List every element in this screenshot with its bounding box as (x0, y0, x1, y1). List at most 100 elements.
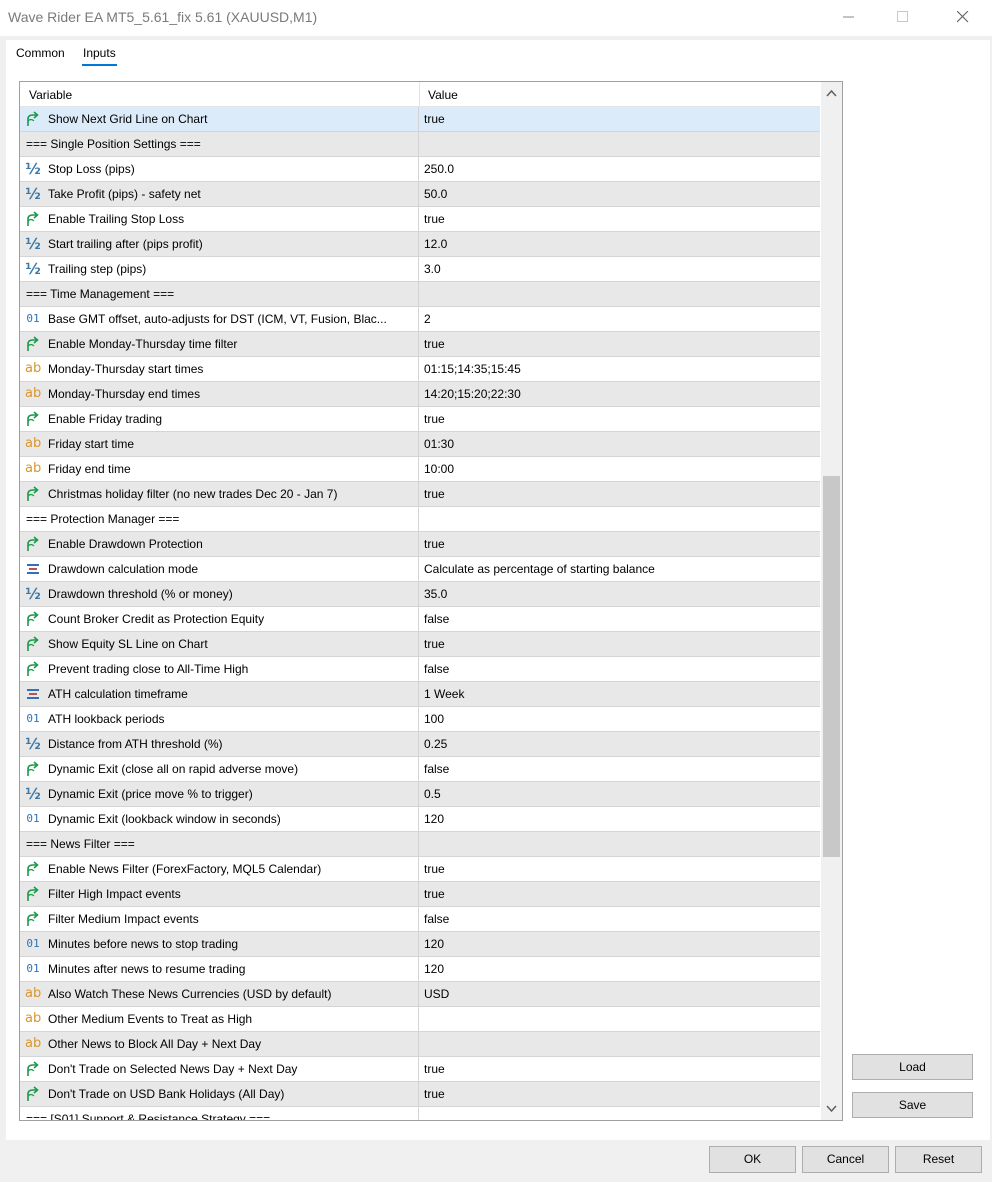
value-cell[interactable] (420, 282, 820, 306)
scroll-up-icon[interactable] (826, 88, 837, 99)
value-cell[interactable]: true (420, 207, 820, 231)
input-row[interactable]: ½ Distance from ATH threshold (%) 0.25 (20, 732, 820, 757)
column-divider[interactable] (419, 82, 420, 107)
scroll-down-icon[interactable] (826, 1103, 837, 1114)
input-row[interactable]: Show Next Grid Line on Chart true (20, 107, 820, 132)
variable-cell[interactable]: Enable Friday trading (20, 407, 419, 431)
variable-cell[interactable]: Enable Trailing Stop Loss (20, 207, 419, 231)
input-row[interactable]: Enable Trailing Stop Loss true (20, 207, 820, 232)
save-button[interactable]: Save (852, 1092, 973, 1118)
input-row[interactable]: Dynamic Exit (close all on rapid adverse… (20, 757, 820, 782)
input-row[interactable]: ½ Take Profit (pips) - safety net 50.0 (20, 182, 820, 207)
variable-cell[interactable]: ab Also Watch These News Currencies (USD … (20, 982, 419, 1006)
value-cell[interactable]: 01:30 (420, 432, 820, 456)
variable-cell[interactable]: ab Other News to Block All Day + Next Day (20, 1032, 419, 1056)
variable-cell[interactable]: ½ Stop Loss (pips) (20, 157, 419, 181)
variable-cell[interactable]: 01 ATH lookback periods (20, 707, 419, 731)
variable-cell[interactable]: Prevent trading close to All-Time High (20, 657, 419, 681)
value-cell[interactable]: 0.25 (420, 732, 820, 756)
value-cell[interactable]: Calculate as percentage of starting bala… (420, 557, 820, 581)
value-cell[interactable]: false (420, 657, 820, 681)
input-row[interactable]: Prevent trading close to All-Time High fa… (20, 657, 820, 682)
value-cell[interactable]: 35.0 (420, 582, 820, 606)
variable-cell[interactable]: Enable News Filter (ForexFactory, MQL5 C… (20, 857, 419, 881)
variable-cell[interactable]: ½ Drawdown threshold (% or money) (20, 582, 419, 606)
ok-button[interactable]: OK (709, 1146, 796, 1173)
input-row[interactable]: Filter Medium Impact events false (20, 907, 820, 932)
value-cell[interactable]: true (420, 332, 820, 356)
variable-cell[interactable]: ½ Take Profit (pips) - safety net (20, 182, 419, 206)
input-row[interactable]: 01 ATH lookback periods 100 (20, 707, 820, 732)
input-row[interactable]: 01 Minutes before news to stop trading 120 (20, 932, 820, 957)
input-row[interactable]: ab Monday-Thursday end times 14:20;15:20;2… (20, 382, 820, 407)
variable-cell[interactable]: === [S01] Support & Resistance Strategy … (20, 1107, 419, 1120)
variable-cell[interactable]: ab Monday-Thursday start times (20, 357, 419, 381)
value-cell[interactable]: 12.0 (420, 232, 820, 256)
variable-cell[interactable]: Enable Monday-Thursday time filter (20, 332, 419, 356)
input-row[interactable]: ½ Start trailing after (pips profit) 12.0 (20, 232, 820, 257)
reset-button[interactable]: Reset (895, 1146, 982, 1173)
input-row[interactable]: ½ Trailing step (pips) 3.0 (20, 257, 820, 282)
variable-cell[interactable]: 01 Minutes after news to resume trading (20, 957, 419, 981)
section-header-row[interactable]: === Protection Manager === (20, 507, 820, 532)
input-row[interactable]: Don't Trade on Selected News Day + Next … (20, 1057, 820, 1082)
value-cell[interactable]: true (420, 882, 820, 906)
input-row[interactable]: Count Broker Credit as Protection Equity… (20, 607, 820, 632)
value-cell[interactable]: true (420, 1082, 820, 1106)
input-row[interactable]: 01 Base GMT offset, auto-adjusts for DST … (20, 307, 820, 332)
input-row[interactable]: ½ Stop Loss (pips) 250.0 (20, 157, 820, 182)
value-cell[interactable]: true (420, 1057, 820, 1081)
input-row[interactable]: ab Monday-Thursday start times 01:15;14:35… (20, 357, 820, 382)
value-cell[interactable]: USD (420, 982, 820, 1006)
input-row[interactable]: Don't Trade on USD Bank Holidays (All Da… (20, 1082, 820, 1107)
value-cell[interactable]: 10:00 (420, 457, 820, 481)
variable-cell[interactable]: ½ Dynamic Exit (price move % to trigger) (20, 782, 419, 806)
input-row[interactable]: Enable Friday trading true (20, 407, 820, 432)
variable-cell[interactable]: ab Friday start time (20, 432, 419, 456)
variable-cell[interactable]: ab Monday-Thursday end times (20, 382, 419, 406)
input-row[interactable]: Enable Monday-Thursday time filter true (20, 332, 820, 357)
variable-cell[interactable]: ab Other Medium Events to Treat as High (20, 1007, 419, 1031)
variable-cell[interactable]: 01 Dynamic Exit (lookback window in secon… (20, 807, 419, 831)
column-header-variable[interactable]: Variable (29, 88, 72, 102)
variable-cell[interactable]: === Protection Manager === (20, 507, 419, 531)
variable-cell[interactable]: ATH calculation timeframe (20, 682, 419, 706)
value-cell[interactable]: 50.0 (420, 182, 820, 206)
input-row[interactable]: 01 Dynamic Exit (lookback window in secon… (20, 807, 820, 832)
value-cell[interactable] (420, 507, 820, 531)
variable-cell[interactable]: 01 Minutes before news to stop trading (20, 932, 419, 956)
value-cell[interactable]: true (420, 482, 820, 506)
input-row[interactable]: ab Other Medium Events to Treat as High (20, 1007, 820, 1032)
input-row[interactable]: Drawdown calculation mode Calculate as pe… (20, 557, 820, 582)
section-header-row[interactable]: === Time Management === (20, 282, 820, 307)
value-cell[interactable]: 100 (420, 707, 820, 731)
input-row[interactable]: Show Equity SL Line on Chart true (20, 632, 820, 657)
input-row[interactable]: ab Also Watch These News Currencies (USD … (20, 982, 820, 1007)
load-button[interactable]: Load (852, 1054, 973, 1080)
section-header-row[interactable]: === Single Position Settings === (20, 132, 820, 157)
variable-cell[interactable]: Don't Trade on Selected News Day + Next … (20, 1057, 419, 1081)
value-cell[interactable]: 120 (420, 932, 820, 956)
value-cell[interactable]: true (420, 532, 820, 556)
variable-cell[interactable]: Count Broker Credit as Protection Equity (20, 607, 419, 631)
variable-cell[interactable]: ½ Trailing step (pips) (20, 257, 419, 281)
variable-cell[interactable]: Enable Drawdown Protection (20, 532, 419, 556)
value-cell[interactable]: true (420, 632, 820, 656)
input-row[interactable]: ab Other News to Block All Day + Next Day (20, 1032, 820, 1057)
value-cell[interactable]: 0.5 (420, 782, 820, 806)
cancel-button[interactable]: Cancel (802, 1146, 889, 1173)
value-cell[interactable]: 14:20;15:20;22:30 (420, 382, 820, 406)
tab-inputs[interactable]: Inputs (82, 46, 117, 66)
input-row[interactable]: ab Friday start time 01:30 (20, 432, 820, 457)
variable-cell[interactable]: === Single Position Settings === (20, 132, 419, 156)
variable-cell[interactable]: Drawdown calculation mode (20, 557, 419, 581)
value-cell[interactable]: 120 (420, 957, 820, 981)
variable-cell[interactable]: Don't Trade on USD Bank Holidays (All Da… (20, 1082, 419, 1106)
value-cell[interactable]: 1 Week (420, 682, 820, 706)
variable-cell[interactable]: ab Friday end time (20, 457, 419, 481)
input-row[interactable]: Christmas holiday filter (no new trades … (20, 482, 820, 507)
input-row[interactable]: Filter High Impact events true (20, 882, 820, 907)
variable-cell[interactable]: Show Next Grid Line on Chart (20, 107, 419, 131)
value-cell[interactable] (420, 1007, 820, 1031)
close-button[interactable] (940, 0, 986, 34)
